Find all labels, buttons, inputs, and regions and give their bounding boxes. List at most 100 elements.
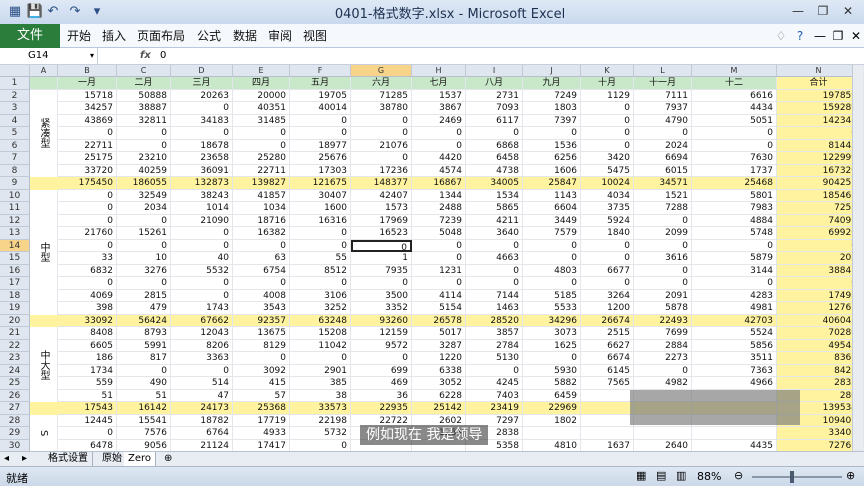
data-cell[interactable]: 40 — [171, 252, 233, 265]
data-cell[interactable]: 1734 — [58, 364, 117, 377]
data-cell[interactable]: 0 — [351, 127, 412, 140]
data-cell[interactable]: 8206 — [171, 339, 233, 352]
sum-cell[interactable]: 202 — [777, 252, 861, 265]
data-cell[interactable]: 385 — [290, 377, 351, 390]
data-cell[interactable]: 1463 — [466, 302, 523, 315]
column-header-n[interactable]: N — [777, 65, 861, 77]
data-cell[interactable]: 398 — [58, 302, 117, 315]
data-cell[interactable]: 6145 — [581, 364, 634, 377]
sum-cell[interactable]: 49545 — [777, 339, 861, 352]
data-cell[interactable]: 0 — [466, 239, 523, 252]
data-cell[interactable]: 4211 — [466, 214, 523, 227]
row-header[interactable]: 19 — [0, 302, 30, 315]
data-cell[interactable]: 5048 — [412, 227, 466, 240]
data-cell[interactable]: 17236 — [351, 164, 412, 177]
data-cell[interactable]: 6605 — [58, 339, 117, 352]
data-cell[interactable]: 0 — [523, 239, 581, 252]
data-cell[interactable]: 5801 — [692, 189, 777, 202]
data-cell[interactable]: 3640 — [466, 227, 523, 240]
data-cell[interactable]: 38 — [290, 389, 351, 402]
data-cell[interactable]: 3052 — [412, 377, 466, 390]
sum-cell[interactable]: 33402 — [777, 427, 861, 440]
sum-cell[interactable]: 142348 — [777, 114, 861, 127]
data-cell[interactable]: 2099 — [634, 227, 692, 240]
row-header[interactable]: 20 — [0, 314, 30, 327]
data-cell[interactable]: 63248 — [290, 314, 351, 327]
data-cell[interactable]: 0 — [634, 264, 692, 277]
sum-cell[interactable]: 406043 — [777, 314, 861, 327]
data-cell[interactable]: 38780 — [351, 102, 412, 115]
data-cell[interactable]: 6616 — [692, 89, 777, 102]
column-header-h[interactable]: H — [412, 65, 466, 77]
column-header-l[interactable]: L — [634, 65, 692, 77]
data-cell[interactable]: 34571 — [634, 177, 692, 190]
data-cell[interactable]: 0 — [634, 127, 692, 140]
data-cell[interactable]: 0 — [634, 239, 692, 252]
row-header[interactable]: 1 — [0, 77, 30, 90]
data-cell[interactable]: 56424 — [117, 314, 171, 327]
data-cell[interactable]: 0 — [351, 277, 412, 290]
data-cell[interactable]: 33720 — [58, 164, 117, 177]
data-cell[interactable]: 4803 — [523, 264, 581, 277]
data-cell[interactable]: 40351 — [233, 102, 290, 115]
data-cell[interactable]: 5017 — [412, 327, 466, 340]
sum-cell[interactable]: 8365 — [777, 352, 861, 365]
row-header[interactable]: 14 — [0, 239, 30, 252]
data-cell[interactable]: 16316 — [290, 214, 351, 227]
data-cell[interactable]: 1129 — [581, 89, 634, 102]
row-header[interactable]: 29 — [0, 427, 30, 440]
data-cell[interactable]: 0 — [117, 214, 171, 227]
data-cell[interactable]: 0 — [412, 127, 466, 140]
data-cell[interactable]: 186055 — [117, 177, 171, 190]
data-cell[interactable]: 2815 — [117, 289, 171, 302]
row-header[interactable]: 23 — [0, 352, 30, 365]
data-cell[interactable]: 12159 — [351, 327, 412, 340]
data-cell[interactable]: 19705 — [290, 89, 351, 102]
data-cell[interactable]: 4982 — [634, 377, 692, 390]
sum-cell[interactable]: 69926 — [777, 227, 861, 240]
sheet-tab-zero[interactable]: Zero — [124, 452, 157, 466]
data-cell[interactable]: 4884 — [692, 214, 777, 227]
data-cell[interactable]: 7397 — [523, 114, 581, 127]
data-cell[interactable]: 5930 — [523, 364, 581, 377]
data-cell[interactable]: 3543 — [233, 302, 290, 315]
data-cell[interactable]: 93260 — [351, 314, 412, 327]
sum-cell[interactable]: 167320 — [777, 164, 861, 177]
data-cell[interactable]: 33573 — [290, 402, 351, 415]
data-cell[interactable]: 21760 — [58, 227, 117, 240]
data-cell[interactable]: 0 — [117, 139, 171, 152]
row-header[interactable]: 6 — [0, 139, 30, 152]
row-header[interactable]: 8 — [0, 164, 30, 177]
zoom-out-icon[interactable]: ⊖ — [734, 469, 743, 482]
data-cell[interactable]: 55 — [290, 252, 351, 265]
data-cell[interactable]: 1573 — [351, 202, 412, 215]
data-cell[interactable]: 3363 — [171, 352, 233, 365]
data-cell[interactable]: 40014 — [290, 102, 351, 115]
data-cell[interactable]: 4738 — [466, 164, 523, 177]
data-cell[interactable]: 139827 — [233, 177, 290, 190]
data-cell[interactable]: 4933 — [233, 427, 290, 440]
sum-cell[interactable]: 185463 — [777, 189, 861, 202]
data-cell[interactable]: 5879 — [692, 252, 777, 265]
data-cell[interactable]: 0 — [634, 277, 692, 290]
data-cell[interactable]: 1803 — [523, 102, 581, 115]
data-cell[interactable]: 4966 — [692, 377, 777, 390]
data-cell[interactable]: 0 — [581, 102, 634, 115]
data-cell[interactable]: 28520 — [466, 314, 523, 327]
data-cell[interactable]: 5475 — [581, 164, 634, 177]
data-cell[interactable]: 3264 — [581, 289, 634, 302]
data-cell[interactable]: 15261 — [117, 227, 171, 240]
data-cell[interactable]: 63 — [233, 252, 290, 265]
data-cell[interactable]: 0 — [634, 364, 692, 377]
data-cell[interactable]: 2901 — [290, 364, 351, 377]
data-cell[interactable]: 0 — [58, 202, 117, 215]
data-cell[interactable]: 0 — [233, 239, 290, 252]
data-cell[interactable]: 0 — [117, 277, 171, 290]
data-cell[interactable]: 0 — [171, 289, 233, 302]
data-cell[interactable]: 34005 — [466, 177, 523, 190]
data-cell[interactable]: 0 — [523, 352, 581, 365]
data-cell[interactable]: 1534 — [466, 189, 523, 202]
data-cell[interactable]: 5865 — [466, 202, 523, 215]
data-cell[interactable]: 0 — [581, 114, 634, 127]
data-cell[interactable]: 5051 — [692, 114, 777, 127]
